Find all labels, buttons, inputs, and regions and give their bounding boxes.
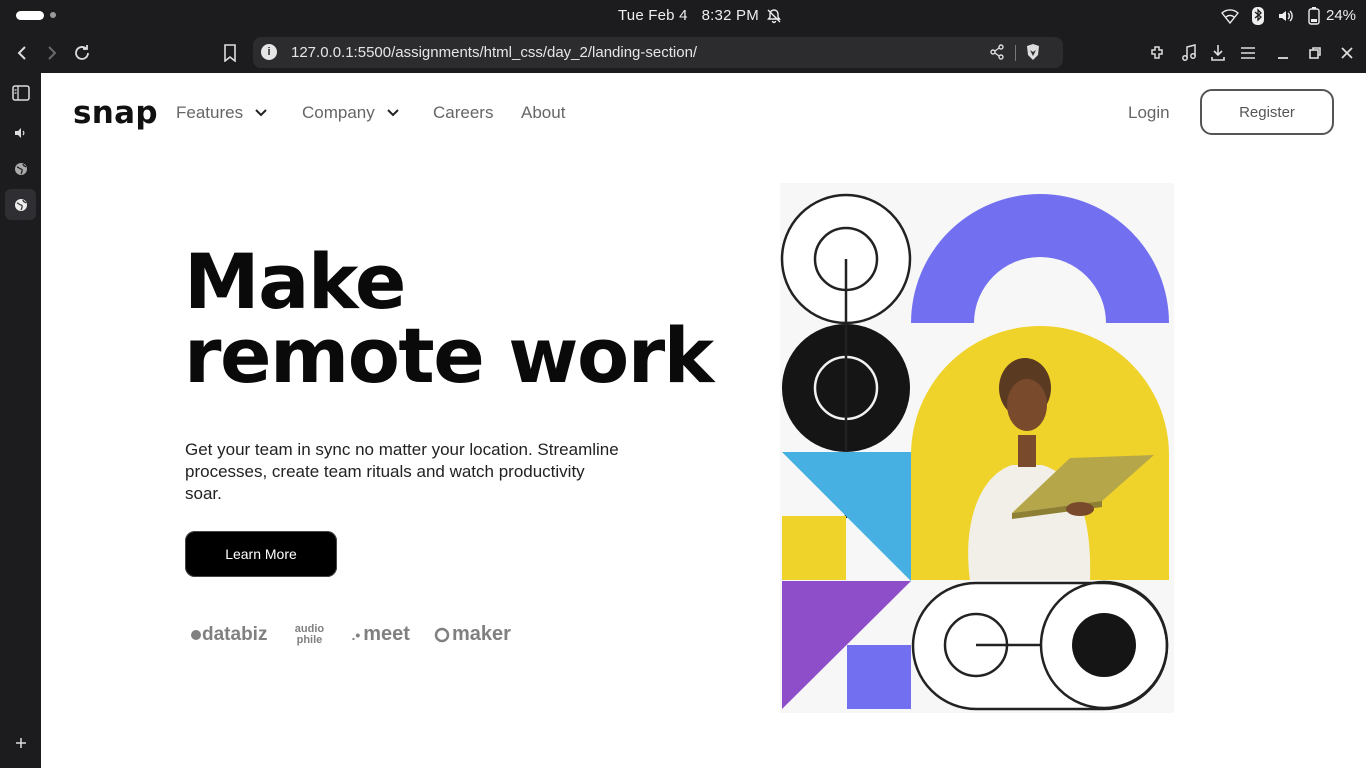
client-logo-meet: .• meet (351, 623, 410, 645)
nav-careers-label: Careers (433, 103, 494, 122)
nav-about-label: About (521, 103, 566, 122)
site-logo[interactable]: snap (73, 95, 158, 131)
hero-headline: Make remote work (184, 237, 714, 400)
sidebar-audio-icon[interactable] (5, 117, 36, 148)
chevron-down-icon (255, 109, 267, 117)
bluetooth-icon[interactable] (1248, 6, 1268, 26)
hero-description: Get your team in sync no matter your loc… (185, 440, 619, 503)
site-info-icon[interactable]: i (261, 44, 277, 60)
battery-percentage: 24% (1326, 7, 1357, 24)
headline-line-2: remote work (184, 311, 714, 400)
media-icon[interactable] (1177, 41, 1201, 65)
sidebar-panel-icon[interactable] (5, 77, 36, 108)
nav-careers[interactable]: Careers (433, 103, 493, 123)
nav-features[interactable]: Features (176, 103, 267, 123)
clock[interactable]: Tue Feb 4 8:32 PM (618, 7, 773, 24)
nav-company-label: Company (302, 103, 375, 122)
nav-about[interactable]: About (521, 103, 565, 123)
os-top-bar: Tue Feb 4 8:32 PM 24% (0, 0, 1366, 32)
nav-company[interactable]: Company (302, 103, 399, 123)
brave-shield-icon[interactable] (1025, 43, 1041, 65)
register-button[interactable]: Register (1200, 89, 1334, 135)
browser-sidebar (0, 73, 41, 768)
workspace-indicator[interactable] (16, 11, 44, 20)
forward-button[interactable] (40, 41, 64, 65)
client-logo-maker: maker (434, 623, 511, 646)
sidebar-add-icon[interactable] (5, 727, 36, 758)
downloads-icon[interactable] (1206, 41, 1230, 65)
learn-more-button[interactable]: Learn More (185, 531, 337, 577)
landing-page: snap Features Company Careers About Logi… (41, 73, 1366, 768)
client-meet-text: meet (363, 623, 410, 645)
hero-illustration (780, 183, 1174, 713)
url-text[interactable]: 127.0.0.1:5500/assignments/html_css/day_… (291, 44, 697, 61)
sidebar-globe-icon[interactable] (5, 153, 36, 184)
menu-icon[interactable] (1236, 41, 1260, 65)
volume-icon[interactable] (1276, 6, 1296, 26)
client-logo-databiz: databiz (191, 624, 267, 646)
nav-features-label: Features (176, 103, 244, 122)
wifi-icon[interactable] (1220, 6, 1240, 26)
browser-toolbar: i 127.0.0.1:5500/assignments/html_css/da… (0, 32, 1366, 73)
workspace-dot[interactable] (50, 12, 56, 18)
headline-line-1: Make (184, 237, 406, 326)
minimize-window-icon[interactable] (1271, 41, 1295, 65)
bookmark-button[interactable] (218, 41, 242, 65)
battery-icon[interactable] (1304, 6, 1324, 26)
date-text: Tue Feb 4 (618, 7, 688, 24)
client-logos: databiz audio phile .• meet maker (191, 623, 535, 646)
client-audiophile-text: audio phile (294, 622, 325, 646)
notifications-muted-icon[interactable] (764, 6, 784, 26)
close-window-icon[interactable] (1335, 41, 1359, 65)
address-bar[interactable]: i 127.0.0.1:5500/assignments/html_css/da… (253, 37, 1063, 68)
chevron-down-icon (387, 109, 399, 117)
client-maker-text: maker (451, 623, 511, 645)
share-icon[interactable] (989, 44, 1005, 64)
extensions-icon[interactable] (1146, 41, 1170, 65)
login-link[interactable]: Login (1128, 103, 1170, 123)
address-bar-divider (1015, 45, 1016, 61)
reload-button[interactable] (70, 41, 94, 65)
client-databiz-text: databiz (202, 623, 268, 645)
back-button[interactable] (10, 41, 34, 65)
sidebar-active-globe-icon[interactable] (5, 189, 36, 220)
client-logo-audiophile: audio phile (291, 622, 327, 646)
restore-window-icon[interactable] (1303, 41, 1327, 65)
time-text: 8:32 PM (701, 7, 759, 24)
